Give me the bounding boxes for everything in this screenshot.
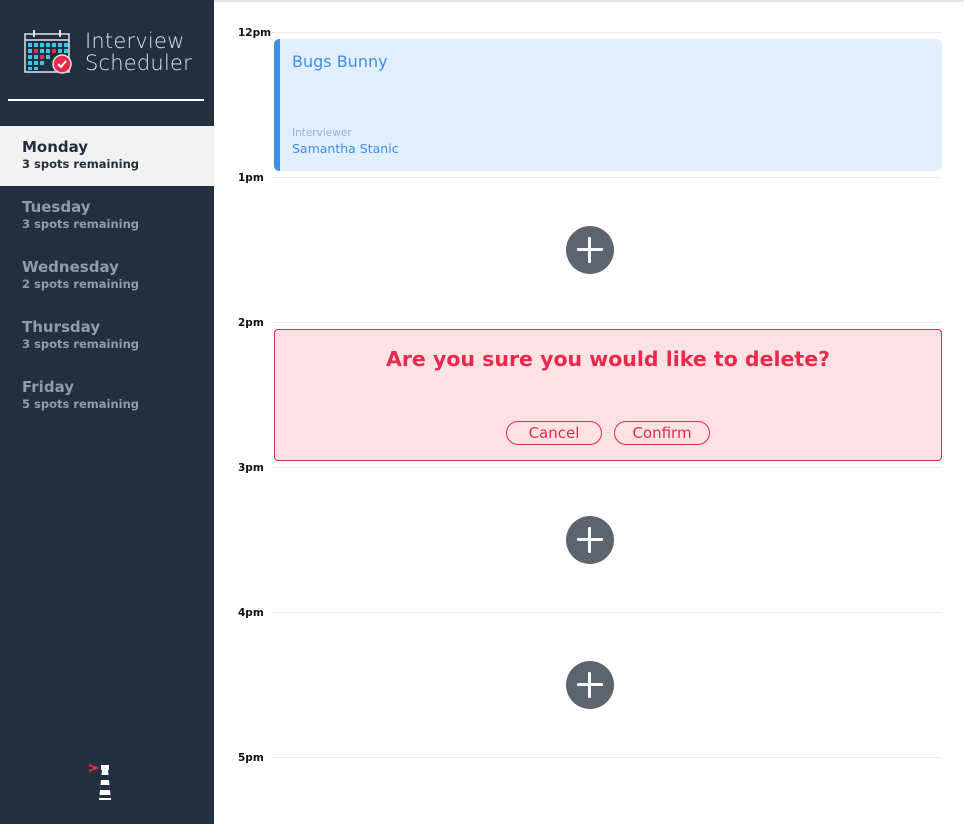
day-item-tuesday[interactable]: Tuesday 3 spots remaining xyxy=(0,186,214,246)
hour-divider xyxy=(272,177,942,178)
appointment-card[interactable]: Bugs Bunny Interviewer Samantha Stanic xyxy=(274,39,942,171)
brand-divider xyxy=(8,99,204,101)
hour-divider xyxy=(272,322,942,323)
time-label: 12pm xyxy=(238,27,272,39)
time-label: 1pm xyxy=(238,172,264,184)
delete-confirm-card: Are you sure you would like to delete? C… xyxy=(274,329,942,461)
day-spots: 5 spots remaining xyxy=(22,397,140,411)
day-item-friday[interactable]: Friday 5 spots remaining xyxy=(0,366,214,426)
interview-scheduler-app: Interview Scheduler Monday 3 spots remai… xyxy=(0,0,964,824)
day-spots: 3 spots remaining xyxy=(22,337,140,351)
hour-divider xyxy=(272,757,942,758)
add-appointment-button[interactable] xyxy=(566,226,614,274)
confirm-message: Are you sure you would like to delete? xyxy=(385,347,831,371)
day-spots: 2 spots remaining xyxy=(22,277,140,291)
day-name: Wednesday xyxy=(22,258,119,276)
interviewer-label: Interviewer xyxy=(292,127,352,139)
day-item-thursday[interactable]: Thursday 3 spots remaining xyxy=(0,306,214,366)
confirm-button[interactable]: Confirm xyxy=(614,421,710,445)
add-appointment-button[interactable] xyxy=(566,516,614,564)
interviewer-name: Samantha Stanic xyxy=(292,141,399,156)
add-appointment-button[interactable] xyxy=(566,661,614,709)
day-spots: 3 spots remaining xyxy=(22,157,140,171)
lighthouse-icon xyxy=(88,764,111,800)
app-title-line2: Scheduler xyxy=(85,51,192,75)
day-list: Monday 3 spots remaining Tuesday 3 spots… xyxy=(0,126,214,426)
sidebar: Interview Scheduler Monday 3 spots remai… xyxy=(0,0,214,824)
day-name: Tuesday xyxy=(22,198,91,216)
day-name: Monday xyxy=(22,138,89,156)
hour-divider xyxy=(272,467,942,468)
day-name: Friday xyxy=(22,378,75,396)
day-name: Thursday xyxy=(22,318,101,336)
time-label: 5pm xyxy=(238,752,264,764)
time-label: 4pm xyxy=(238,607,264,619)
day-item-monday[interactable]: Monday 3 spots remaining xyxy=(0,126,214,186)
student-name: Bugs Bunny xyxy=(292,52,388,71)
hour-divider xyxy=(272,32,942,33)
day-item-wednesday[interactable]: Wednesday 2 spots remaining xyxy=(0,246,214,306)
schedule: 12pm 1pm 2pm 3pm 4pm 5pm Bugs Bunny Inte… xyxy=(214,0,964,824)
calendar-logo-icon xyxy=(24,30,72,74)
time-label: 3pm xyxy=(238,462,264,474)
time-label: 2pm xyxy=(238,317,264,329)
brand: Interview Scheduler xyxy=(24,28,204,78)
day-spots: 3 spots remaining xyxy=(22,217,140,231)
app-title: Interview Scheduler xyxy=(85,30,192,74)
cancel-button[interactable]: Cancel xyxy=(506,421,602,445)
hour-divider xyxy=(272,612,942,613)
app-title-line1: Interview xyxy=(85,29,185,53)
